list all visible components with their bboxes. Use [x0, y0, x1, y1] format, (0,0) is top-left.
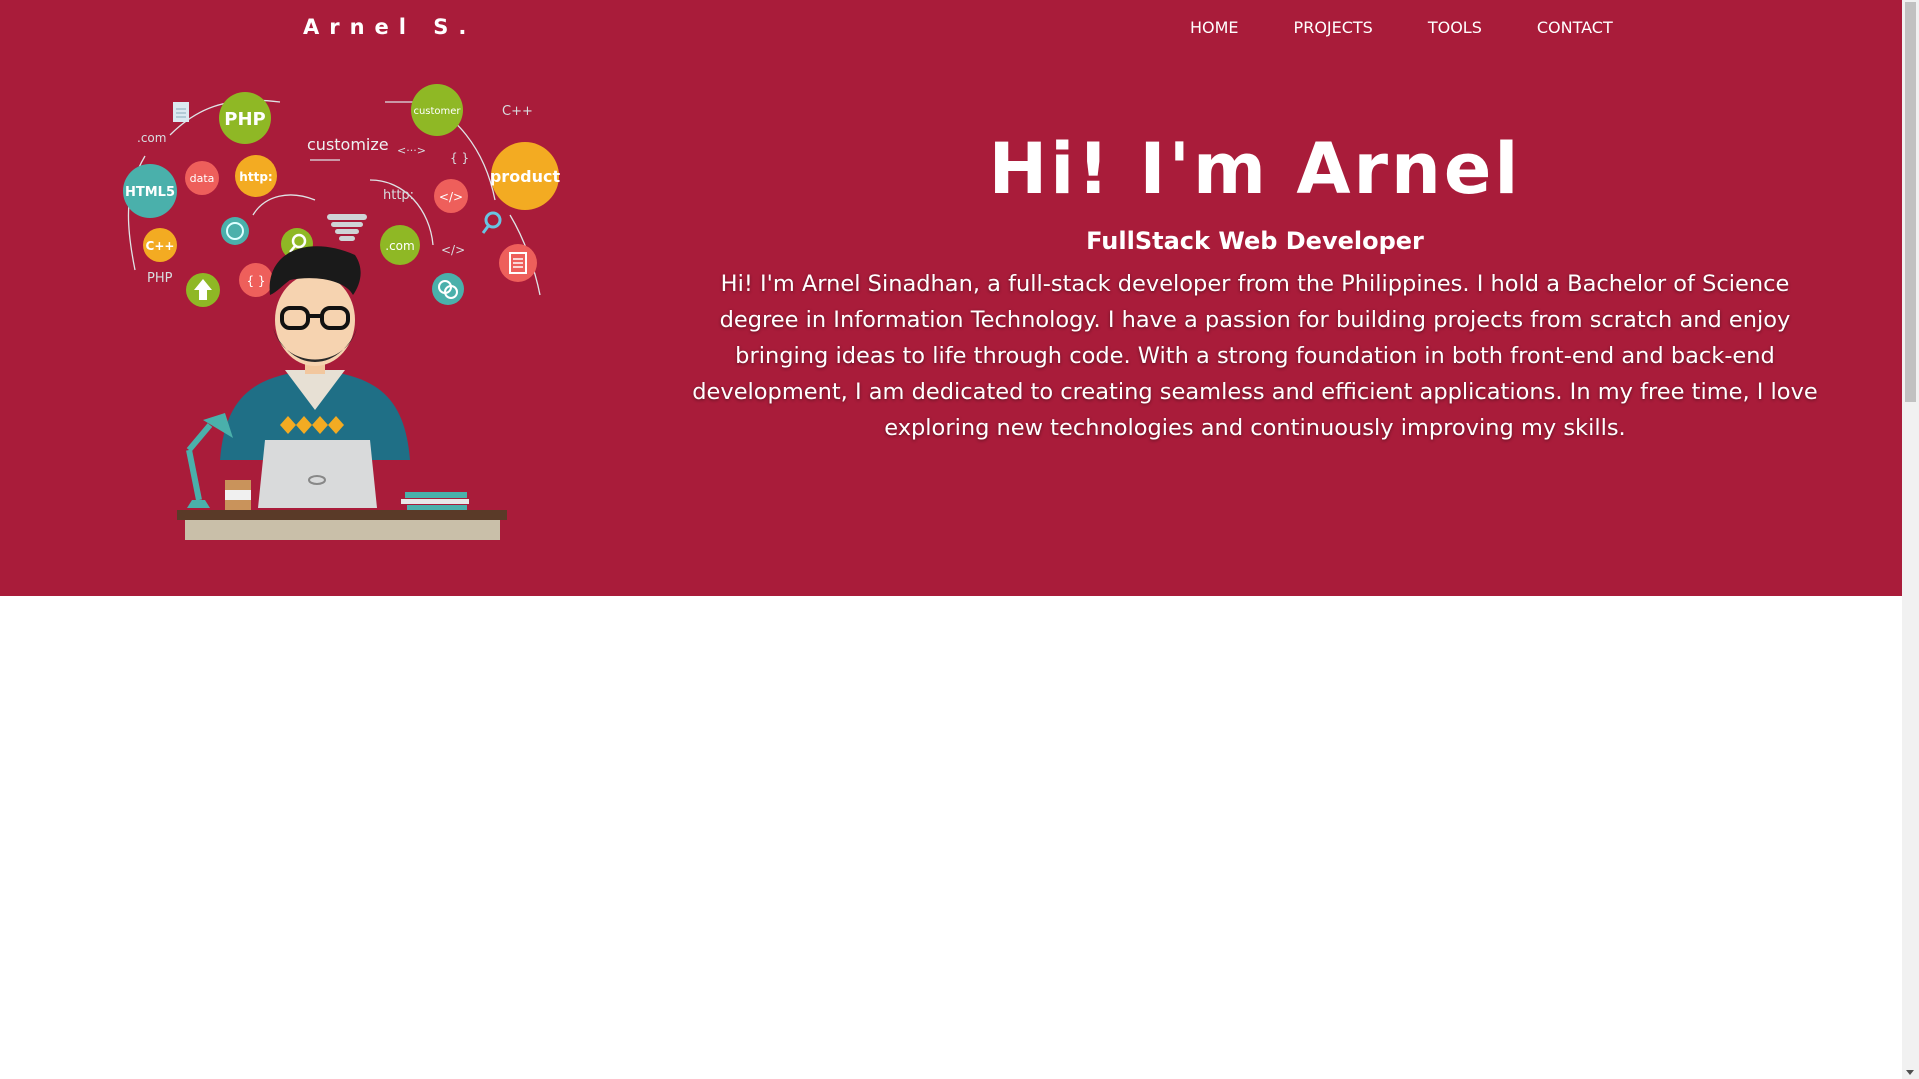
brand-logo[interactable]: Arnel S. — [303, 15, 476, 39]
php-badge-icon: PHP — [219, 92, 271, 144]
php-text: PHP — [147, 271, 173, 286]
hero-subtitle: FullStack Web Developer — [1086, 227, 1424, 255]
http-badge-icon: http: — [235, 155, 277, 197]
svg-text:data: data — [190, 172, 215, 185]
main-nav: HOME PROJECTS TOOLS CONTACT — [1190, 18, 1668, 37]
code-text: </> — [441, 243, 465, 257]
globe-icon — [221, 217, 249, 245]
html5-badge-icon: HTML5 — [123, 164, 177, 218]
scrollbar-thumb[interactable] — [1905, 2, 1916, 402]
svg-text:customer: customer — [413, 106, 461, 117]
link-badge-icon — [432, 273, 464, 305]
customize-text: customize — [307, 135, 389, 154]
dotcom-text: .com — [137, 131, 166, 145]
product-badge-icon: product — [490, 142, 561, 210]
svg-text:HTML5: HTML5 — [125, 185, 175, 200]
hero-section: Arnel S. HOME PROJECTS TOOLS CONTACT PHP… — [0, 0, 1902, 596]
svg-text:</>: </> — [439, 190, 463, 204]
dotcom-badge-icon: .com — [380, 225, 420, 265]
developer-illustration: PHP customer C++ .com customize <···> { … — [123, 84, 561, 540]
svg-text:.com: .com — [385, 239, 414, 253]
arrows-text: <···> — [397, 144, 426, 157]
code-badge-icon: </> — [434, 179, 468, 213]
document-icon — [173, 102, 189, 122]
hero-bio: Hi! I'm Arnel Sinadhan, a full-stack dev… — [692, 271, 1818, 441]
scroll-down-arrow-icon[interactable] — [1906, 1070, 1914, 1075]
svg-text:C++: C++ — [146, 239, 175, 253]
magnifier-small-icon — [481, 211, 502, 234]
upload-badge-icon — [186, 273, 220, 307]
cpp-text: C++ — [502, 104, 533, 119]
customer-badge-icon: customer — [411, 84, 463, 136]
hero-title: Hi! I'm Arnel — [988, 128, 1522, 210]
nav-tools[interactable]: TOOLS — [1428, 18, 1482, 37]
data-badge-icon: data — [185, 161, 219, 195]
cpp-badge-icon: C++ — [143, 228, 177, 262]
braces-badge-icon: { } — [239, 263, 273, 297]
books-icon — [401, 492, 469, 510]
svg-text:PHP: PHP — [224, 109, 265, 130]
tornado-icon — [327, 214, 367, 241]
nav-projects[interactable]: PROJECTS — [1294, 18, 1373, 37]
svg-text:{ }: { } — [246, 274, 265, 288]
svg-text:http:: http: — [239, 170, 272, 184]
vertical-scrollbar[interactable] — [1902, 0, 1919, 1079]
svg-text:product: product — [490, 167, 561, 186]
braces-text: { } — [450, 151, 469, 165]
nav-home[interactable]: HOME — [1190, 18, 1239, 37]
nav-contact[interactable]: CONTACT — [1537, 18, 1613, 37]
http-text: http: — [383, 188, 414, 203]
file-badge-icon — [499, 244, 537, 282]
